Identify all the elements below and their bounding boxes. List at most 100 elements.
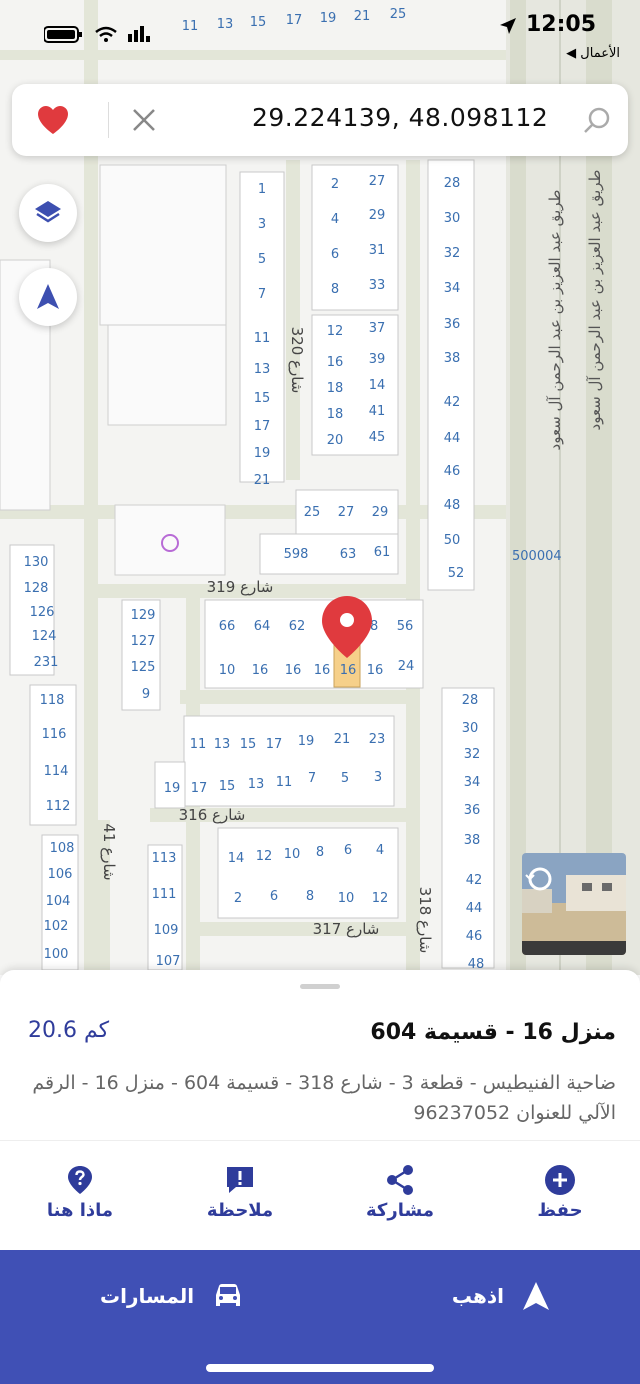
place-address: ضاحية الفنيطيس - قطعة 3 - شارع 318 - قسي… [32, 1072, 616, 1124]
svg-text:33: 33 [369, 278, 386, 293]
sheet-drag-handle[interactable] [300, 984, 340, 989]
svg-text:5: 5 [341, 771, 349, 786]
share-icon [387, 1165, 413, 1195]
svg-text:16: 16 [252, 663, 269, 678]
svg-text:21: 21 [254, 473, 271, 488]
svg-text:116: 116 [42, 727, 67, 742]
svg-text:107: 107 [156, 954, 181, 969]
layers-button[interactable] [19, 184, 77, 242]
svg-text:7: 7 [308, 771, 316, 786]
svg-text:52: 52 [448, 566, 465, 581]
svg-text:11: 11 [190, 737, 207, 752]
street-label-319: شارع 319 [207, 578, 274, 596]
note-button[interactable]: ملاحظة [180, 1164, 300, 1221]
svg-text:17: 17 [191, 781, 208, 796]
svg-text:104: 104 [46, 894, 71, 909]
svg-text:16: 16 [340, 663, 357, 678]
whats-here-button[interactable]: ماذا هنا [20, 1164, 140, 1221]
place-details-sheet[interactable]: منزل 16 - قسيمة 604 20.6 كم ضاحية الفنيط… [0, 970, 640, 1384]
highway-label-2: طريق عبد العزيز بن عبد الرحمن آل سعود [546, 190, 564, 451]
navigate-arrow-icon [523, 1282, 549, 1310]
svg-text:39: 39 [369, 352, 386, 367]
distance-label: 20.6 كم [28, 1018, 110, 1043]
svg-text:16: 16 [327, 355, 344, 370]
svg-text:42: 42 [444, 395, 461, 410]
search-divider [108, 102, 109, 138]
go-button[interactable]: اذهب [452, 1276, 550, 1316]
svg-text:28: 28 [444, 176, 461, 191]
svg-text:62: 62 [289, 619, 306, 634]
svg-text:106: 106 [48, 867, 73, 882]
save-button[interactable]: حفظ [500, 1164, 620, 1221]
svg-text:231: 231 [34, 655, 59, 670]
routes-label: المسارات [100, 1284, 195, 1308]
svg-text:14: 14 [369, 378, 386, 393]
svg-text:31: 31 [369, 243, 386, 258]
action-row: حفظ مشاركة ملاحظة ماذا هنا [0, 1150, 640, 1230]
svg-text:113: 113 [152, 851, 177, 866]
svg-text:63: 63 [340, 547, 357, 562]
car-icon [216, 1284, 241, 1306]
svg-text:10: 10 [219, 663, 236, 678]
svg-text:29: 29 [372, 505, 389, 520]
clear-icon[interactable] [130, 106, 158, 134]
svg-text:114: 114 [44, 764, 69, 779]
svg-text:34: 34 [444, 281, 461, 296]
svg-text:13: 13 [254, 362, 271, 377]
routes-button[interactable]: المسارات [100, 1276, 244, 1316]
svg-text:15: 15 [254, 391, 271, 406]
svg-text:19: 19 [254, 446, 271, 461]
svg-text:11: 11 [254, 331, 271, 346]
favorite-heart-icon[interactable] [36, 104, 70, 136]
svg-text:128: 128 [24, 581, 49, 596]
svg-text:13: 13 [214, 737, 231, 752]
svg-text:3: 3 [258, 217, 266, 232]
search-input[interactable]: 29.224139, 48.098112 [252, 103, 548, 132]
svg-text:16: 16 [314, 663, 331, 678]
share-button[interactable]: مشاركة [340, 1164, 460, 1221]
svg-text:16: 16 [285, 663, 302, 678]
svg-text:109: 109 [154, 923, 179, 938]
svg-text:38: 38 [444, 351, 461, 366]
svg-text:24: 24 [398, 659, 415, 674]
search-icon[interactable] [582, 106, 612, 136]
street-label-317: شارع 317 [313, 920, 380, 938]
svg-text:4: 4 [331, 212, 339, 227]
svg-text:36: 36 [444, 317, 461, 332]
note-icon [227, 1167, 253, 1193]
svg-text:10: 10 [338, 891, 355, 906]
search-bar[interactable]: 29.224139, 48.098112 [12, 84, 628, 156]
svg-text:32: 32 [464, 747, 481, 762]
svg-text:18: 18 [327, 381, 344, 396]
svg-text:15: 15 [240, 737, 257, 752]
home-indicator [206, 1364, 434, 1372]
layers-icon [35, 201, 61, 223]
location-services-icon [500, 18, 516, 34]
street-label-320: شارع 320 [288, 327, 306, 394]
svg-text:8: 8 [316, 845, 324, 860]
svg-text:112: 112 [46, 799, 71, 814]
my-location-button[interactable] [19, 268, 77, 326]
svg-text:12: 12 [372, 891, 389, 906]
svg-text:126: 126 [30, 605, 55, 620]
svg-text:29: 29 [369, 208, 386, 223]
svg-text:7: 7 [258, 287, 266, 302]
street-label-316: شارع 316 [179, 806, 246, 824]
back-to-app-link[interactable]: ◀ الأعمال [566, 46, 620, 61]
svg-text:14: 14 [228, 851, 245, 866]
svg-text:17: 17 [254, 419, 271, 434]
svg-text:13: 13 [248, 777, 265, 792]
svg-text:66: 66 [219, 619, 236, 634]
svg-text:19: 19 [164, 781, 181, 796]
street-view-thumbnail[interactable] [522, 853, 626, 955]
note-label: ملاحظة [206, 1200, 274, 1221]
place-title: منزل 16 - قسيمة 604 [370, 1020, 616, 1045]
svg-text:17: 17 [266, 737, 283, 752]
svg-text:41: 41 [369, 404, 386, 419]
svg-text:32: 32 [444, 246, 461, 261]
whats-here-label: ماذا هنا [46, 1200, 114, 1221]
svg-text:9: 9 [142, 687, 150, 702]
go-label: اذهب [451, 1284, 504, 1308]
svg-text:598: 598 [284, 547, 309, 562]
svg-text:129: 129 [131, 608, 156, 623]
